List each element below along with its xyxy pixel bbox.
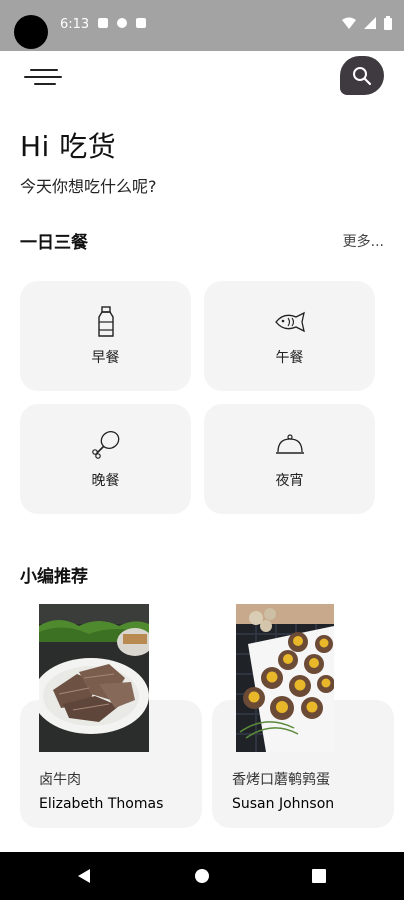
chicken-leg-icon <box>91 428 121 462</box>
status-time: 6:13 <box>60 17 90 32</box>
recipe-author: Susan Johnson <box>232 796 335 812</box>
system-nav-bar <box>0 852 404 900</box>
home-icon[interactable] <box>195 869 209 883</box>
wifi-icon <box>342 17 356 29</box>
meal-card-supper[interactable]: 夜宵 <box>204 404 375 514</box>
milk-bottle-icon <box>96 305 116 339</box>
meal-label: 晚餐 <box>91 473 120 489</box>
fish-icon <box>274 305 306 339</box>
menu-icon-line <box>24 76 62 78</box>
menu-icon <box>30 69 58 71</box>
notification-icons <box>98 18 146 28</box>
greeting-title: Hi 吃货 <box>20 130 117 163</box>
meal-card-dinner[interactable]: 晚餐 <box>20 404 191 514</box>
system-icons <box>342 16 392 30</box>
recipe-name: 卤牛肉 <box>39 772 81 788</box>
notification-icon <box>98 18 108 28</box>
recents-icon[interactable] <box>312 869 326 883</box>
meal-label: 夜宵 <box>275 473 304 489</box>
more-link[interactable]: 更多... <box>343 231 384 251</box>
recipe-author: Elizabeth Thomas <box>39 796 164 812</box>
recipe-photo-mushroom[interactable] <box>236 604 334 752</box>
search-button[interactable] <box>340 56 384 95</box>
sd-card-icon <box>136 18 146 28</box>
greeting-subtitle: 今天你想吃什么呢? <box>20 177 157 196</box>
menu-icon-line <box>34 83 56 85</box>
meal-card-lunch[interactable]: 午餐 <box>204 281 375 391</box>
battery-icon <box>384 16 392 30</box>
signal-icon <box>364 17 376 29</box>
meal-card-breakfast[interactable]: 早餐 <box>20 281 191 391</box>
recipe-name: 香烤口蘑鹌鹑蛋 <box>232 772 330 788</box>
sync-icon <box>117 18 127 28</box>
meals-section-title: 一日三餐 <box>20 233 88 253</box>
recommend-section-title: 小编推荐 <box>20 567 88 587</box>
camera-cutout <box>14 15 48 49</box>
cloche-icon <box>274 428 306 462</box>
recipe-photo-beef[interactable] <box>39 604 149 752</box>
menu-button[interactable] <box>24 66 66 88</box>
search-icon <box>353 66 372 85</box>
meal-label: 早餐 <box>91 350 120 366</box>
back-icon[interactable] <box>77 868 91 884</box>
meal-label: 午餐 <box>275 350 304 366</box>
status-bar: 6:13 <box>0 0 404 51</box>
